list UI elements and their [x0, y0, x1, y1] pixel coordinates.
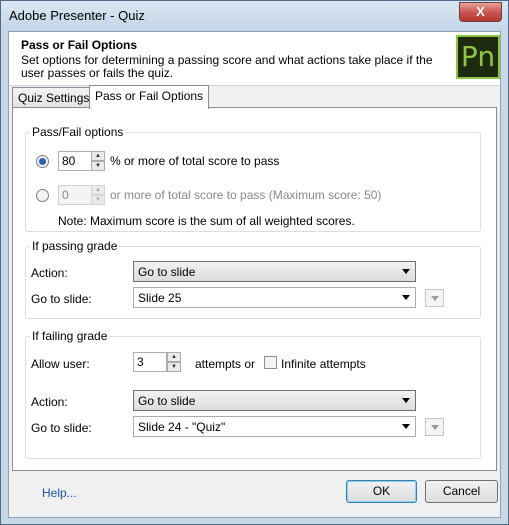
quiz-dialog: Adobe Presenter - Quiz X Pass or Fail Op…	[0, 0, 509, 525]
max-score-note: Note: Maximum score is the sum of all we…	[58, 214, 355, 228]
infinite-attempts-label: Infinite attempts	[281, 357, 366, 371]
pass-fail-group: Pass/Fail options 80 ▲ ▼ % or more of to…	[25, 125, 481, 232]
failing-action-select[interactable]: Go to slide	[133, 390, 416, 411]
score-radio[interactable]	[36, 189, 49, 202]
passing-goto-label: Go to slide:	[31, 292, 92, 306]
close-button[interactable]: X	[459, 2, 502, 22]
percent-suffix: % or more of total score to pass	[110, 154, 280, 168]
tab-panel: Pass/Fail options 80 ▲ ▼ % or more of to…	[12, 107, 497, 471]
failing-goto-label: Go to slide:	[31, 421, 92, 435]
passing-slide-options-button[interactable]	[425, 289, 444, 307]
chevron-down-icon	[402, 295, 410, 300]
dialog-body: Pass or Fail Options Set options for det…	[8, 31, 501, 518]
dialog-header: Pass or Fail Options Set options for det…	[9, 32, 500, 86]
title-bar: Adobe Presenter - Quiz X	[1, 1, 508, 31]
help-link[interactable]: Help...	[42, 486, 77, 500]
failing-action-value: Go to slide	[138, 394, 196, 408]
presenter-logo: Pn	[456, 35, 500, 79]
page-title: Pass or Fail Options	[21, 38, 138, 52]
stepper-up-icon[interactable]: ▲	[91, 151, 105, 161]
failing-slide-options-button[interactable]	[425, 418, 444, 436]
infinite-attempts-checkbox[interactable]	[264, 356, 277, 369]
cancel-button[interactable]: Cancel	[425, 480, 498, 503]
stepper-up-icon[interactable]: ▲	[91, 185, 105, 195]
allow-user-label: Allow user:	[31, 357, 90, 371]
stepper-down-icon[interactable]: ▼	[91, 161, 105, 171]
percent-input[interactable]: 80	[58, 151, 92, 171]
stepper-up-icon[interactable]: ▲	[167, 352, 181, 362]
ok-button[interactable]: OK	[346, 480, 417, 503]
window-title: Adobe Presenter - Quiz	[9, 8, 145, 23]
chevron-down-icon	[402, 424, 410, 429]
percent-stepper[interactable]: ▲ ▼	[91, 151, 105, 171]
attempts-stepper[interactable]: ▲ ▼	[167, 352, 181, 372]
tab-quiz-settings[interactable]: Quiz Settings	[12, 87, 96, 108]
stepper-down-icon[interactable]: ▼	[167, 362, 181, 372]
failing-action-label: Action:	[31, 395, 68, 409]
score-input[interactable]: 0	[58, 185, 92, 205]
failing-goto-select[interactable]: Slide 24 - "Quiz"	[133, 416, 416, 437]
passing-group-label: If passing grade	[30, 239, 120, 253]
stepper-down-icon[interactable]: ▼	[91, 195, 105, 205]
tab-pass-or-fail-options[interactable]: Pass or Fail Options	[89, 85, 210, 109]
passing-grade-group: If passing grade Action: Go to slide Go …	[25, 239, 481, 319]
attempts-input[interactable]: 3	[133, 352, 167, 372]
failing-group-label: If failing grade	[30, 329, 110, 343]
percent-radio[interactable]	[36, 155, 49, 168]
failing-goto-value: Slide 24 - "Quiz"	[138, 420, 226, 434]
score-suffix: or more of total score to pass (Maximum …	[110, 188, 382, 202]
passing-action-select[interactable]: Go to slide	[133, 261, 416, 282]
passing-goto-select[interactable]: Slide 25	[133, 287, 416, 308]
passing-action-value: Go to slide	[138, 265, 196, 279]
chevron-down-icon	[402, 269, 410, 274]
score-stepper[interactable]: ▲ ▼	[91, 185, 105, 205]
attempts-suffix: attempts or	[195, 357, 256, 371]
failing-grade-group: If failing grade Allow user: 3 ▲ ▼ attem…	[25, 329, 481, 459]
chevron-down-icon	[402, 398, 410, 403]
passing-goto-value: Slide 25	[138, 291, 182, 305]
pass-fail-group-label: Pass/Fail options	[30, 125, 126, 139]
page-description: Set options for determining a passing sc…	[21, 53, 433, 80]
passing-action-label: Action:	[31, 266, 68, 280]
